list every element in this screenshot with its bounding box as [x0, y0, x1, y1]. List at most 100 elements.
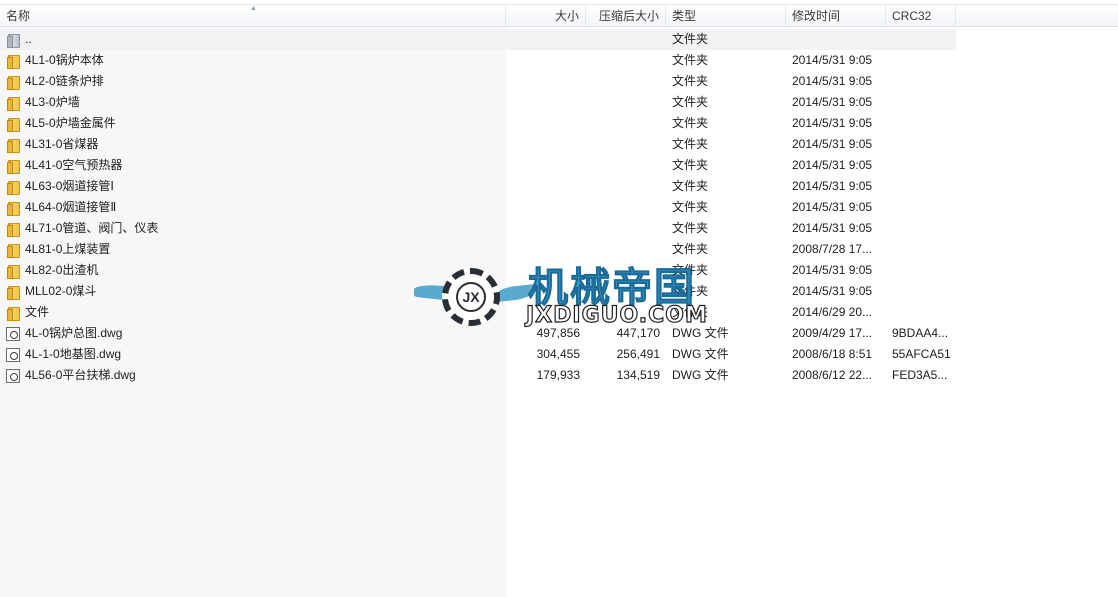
- file-size: [506, 134, 580, 155]
- list-item[interactable]: 4L1-0锅炉本体 文件夹 2014/5/31 9:05: [0, 50, 1118, 71]
- watermark-logo: JX 机械帝国 JXDIGUO.COM: [412, 264, 972, 330]
- file-modified: 2014/5/31 9:05: [792, 221, 873, 235]
- file-crc32: [892, 155, 956, 176]
- file-name: 4L1-0锅炉本体: [25, 53, 104, 67]
- dwg-file-icon: [6, 368, 20, 383]
- column-header-packed-size[interactable]: 压缩后大小: [586, 5, 666, 27]
- file-name: 4L41-0空气预热器: [25, 158, 123, 172]
- file-packed-size: [580, 176, 660, 197]
- folder-icon: [6, 201, 20, 216]
- file-name: 4L2-0链条炉排: [25, 74, 104, 88]
- file-type: 文件夹: [672, 137, 709, 151]
- watermark-emblem: JX: [456, 282, 486, 312]
- file-packed-size: [580, 29, 660, 50]
- column-header-modified[interactable]: 修改时间: [786, 5, 886, 27]
- file-type: DWG 文件: [672, 347, 729, 361]
- file-type: 文件夹: [672, 95, 709, 109]
- file-modified: 2014/5/31 9:05: [792, 95, 873, 109]
- file-type: 文件夹: [672, 158, 709, 172]
- list-item[interactable]: 4L63-0烟道接管Ⅰ 文件夹 2014/5/31 9:05: [0, 176, 1118, 197]
- file-name: 4L56-0平台扶梯.dwg: [25, 368, 136, 382]
- file-crc32: 55AFCA51: [892, 347, 951, 361]
- file-modified: [792, 29, 884, 50]
- file-size: [506, 239, 580, 260]
- file-packed-size: [580, 218, 660, 239]
- file-size: [506, 50, 580, 71]
- file-size: [506, 29, 580, 50]
- file-name: 4L63-0烟道接管Ⅰ: [25, 179, 114, 193]
- folder-icon: [6, 222, 20, 237]
- file-modified: 2014/5/31 9:05: [792, 158, 873, 172]
- file-type: 文件夹: [672, 74, 709, 88]
- file-modified: 2008/6/12 22...: [792, 368, 873, 382]
- file-name: 4L81-0上煤装置: [25, 242, 111, 256]
- folder-icon: [6, 243, 20, 258]
- file-type: 文件夹: [672, 179, 709, 193]
- file-packed-size: [580, 197, 660, 218]
- list-item[interactable]: 4L5-0炉墙金属件 文件夹 2014/5/31 9:05: [0, 113, 1118, 134]
- list-item[interactable]: 4L41-0空气预热器 文件夹 2014/5/31 9:05: [0, 155, 1118, 176]
- list-item[interactable]: 4L64-0烟道接管Ⅱ 文件夹 2014/5/31 9:05: [0, 197, 1118, 218]
- list-item[interactable]: 4L81-0上煤装置 文件夹 2008/7/28 17...: [0, 239, 1118, 260]
- file-size: 179,933: [536, 368, 580, 382]
- file-crc32: [892, 176, 956, 197]
- column-header-size[interactable]: 大小: [506, 5, 586, 27]
- file-size: [506, 71, 580, 92]
- file-size: 304,455: [536, 347, 580, 361]
- folder-icon: [6, 306, 20, 321]
- list-item[interactable]: 4L31-0省煤器 文件夹 2014/5/31 9:05: [0, 134, 1118, 155]
- file-name: 4L3-0炉墙: [25, 95, 80, 109]
- file-size: [506, 197, 580, 218]
- file-type: 文件夹: [672, 242, 709, 256]
- list-item[interactable]: 4L56-0平台扶梯.dwg 179,933 134,519 DWG 文件 20…: [0, 365, 1118, 386]
- file-type: DWG 文件: [672, 368, 729, 382]
- file-packed-size: [580, 155, 660, 176]
- file-name: 4L64-0烟道接管Ⅱ: [25, 200, 117, 214]
- list-item[interactable]: 4L71-0管道、阀门、仪表 文件夹 2014/5/31 9:05: [0, 218, 1118, 239]
- file-packed-size: [580, 134, 660, 155]
- file-size: [506, 113, 580, 134]
- file-crc32: [892, 218, 956, 239]
- file-crc32: [892, 50, 956, 71]
- file-size: [506, 176, 580, 197]
- file-size: [506, 155, 580, 176]
- list-item[interactable]: 4L2-0链条炉排 文件夹 2014/5/31 9:05: [0, 71, 1118, 92]
- file-crc32: [892, 29, 956, 50]
- folder-icon: [6, 54, 20, 69]
- file-name: 文件: [25, 305, 50, 319]
- column-header-bar: ▲ 名称 大小 压缩后大小 类型 修改时间 CRC32: [0, 4, 1118, 27]
- dwg-file-icon: [6, 326, 20, 341]
- file-name: 4L-1-0地基图.dwg: [25, 347, 122, 361]
- folder-icon: [6, 117, 20, 132]
- file-packed-size: 134,519: [616, 368, 660, 382]
- file-crc32: [892, 92, 956, 113]
- file-crc32: [892, 113, 956, 134]
- column-header-name[interactable]: 名称: [0, 5, 506, 27]
- file-modified: 2008/7/28 17...: [792, 242, 873, 256]
- folder-icon: [6, 138, 20, 153]
- list-item-parent-folder[interactable]: .. 文件夹: [0, 29, 956, 50]
- file-name: 4L-0锅炉总图.dwg: [25, 326, 123, 340]
- list-item[interactable]: 4L3-0炉墙 文件夹 2014/5/31 9:05: [0, 92, 1118, 113]
- folder-up-icon: [6, 33, 20, 48]
- file-name: 4L5-0炉墙金属件: [25, 116, 116, 130]
- file-modified: 2014/5/31 9:05: [792, 179, 873, 193]
- folder-icon: [6, 75, 20, 90]
- file-type: 文件夹: [672, 200, 709, 214]
- file-name: ..: [25, 32, 32, 46]
- file-size: [506, 218, 580, 239]
- file-crc32: [892, 239, 956, 260]
- file-packed-size: [580, 50, 660, 71]
- file-type: 文件夹: [672, 116, 709, 130]
- folder-icon: [6, 180, 20, 195]
- list-item[interactable]: 4L-1-0地基图.dwg 304,455 256,491 DWG 文件 200…: [0, 344, 1118, 365]
- column-header-type[interactable]: 类型: [666, 5, 786, 27]
- file-size: [506, 92, 580, 113]
- column-header-crc32[interactable]: CRC32: [886, 5, 956, 27]
- file-modified: 2014/5/31 9:05: [792, 137, 873, 151]
- file-name: 4L82-0出渣机: [25, 263, 99, 277]
- file-type: 文件夹: [672, 32, 709, 46]
- folder-icon: [6, 159, 20, 174]
- file-modified: 2014/5/31 9:05: [792, 53, 873, 67]
- file-name: 4L71-0管道、阀门、仪表: [25, 221, 159, 235]
